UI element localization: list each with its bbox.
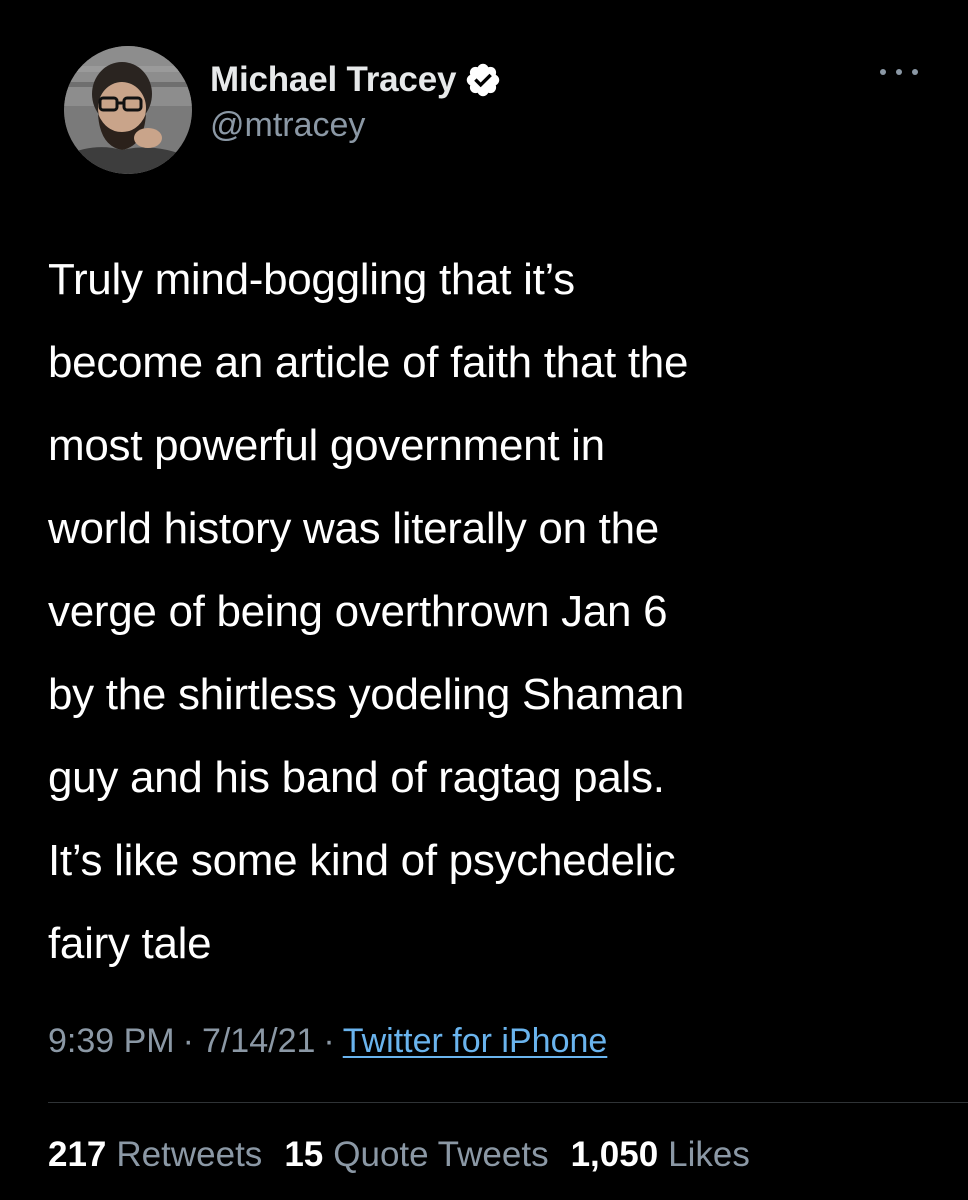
name-row: Michael Tracey [210,58,502,102]
verified-badge-icon [464,61,502,99]
tweet-date[interactable]: 7/14/21 [202,1022,315,1061]
likes-count: 1,050 [570,1135,659,1174]
divider [48,1102,968,1103]
profile-photo-icon [64,46,192,174]
meta-separator: · [182,1022,194,1060]
quote-tweets-stat[interactable]: 15 Quote Tweets [284,1135,548,1175]
tweet-stats: 217 Retweets 15 Quote Tweets 1,050 Likes [48,1135,750,1175]
tweet-time[interactable]: 9:39 PM [48,1022,175,1061]
author-info: Michael Tracey @mtracey [210,58,502,145]
dot [880,69,886,75]
quote-tweets-label: Quote Tweets [333,1135,549,1174]
handle[interactable]: @mtracey [210,106,502,145]
avatar[interactable] [64,46,192,174]
more-options-icon[interactable] [880,62,918,82]
retweets-count: 217 [48,1135,107,1174]
retweets-label: Retweets [116,1135,263,1174]
tweet-meta: 9:39 PM · 7/14/21 · Twitter for iPhone [48,1022,607,1061]
dot [896,69,902,75]
quote-tweets-count: 15 [284,1135,324,1174]
dot [912,69,918,75]
retweets-stat[interactable]: 217 Retweets [48,1135,262,1175]
tweet: Michael Tracey @mtracey Truly mind-boggl… [0,0,968,1200]
likes-label: Likes [668,1135,750,1174]
likes-stat[interactable]: 1,050 Likes [571,1135,750,1175]
display-name[interactable]: Michael Tracey [210,60,456,100]
tweet-source-link[interactable]: Twitter for iPhone [343,1022,608,1061]
tweet-text: Truly mind-boggling that it’s become an … [48,255,689,968]
meta-separator: · [323,1022,335,1060]
